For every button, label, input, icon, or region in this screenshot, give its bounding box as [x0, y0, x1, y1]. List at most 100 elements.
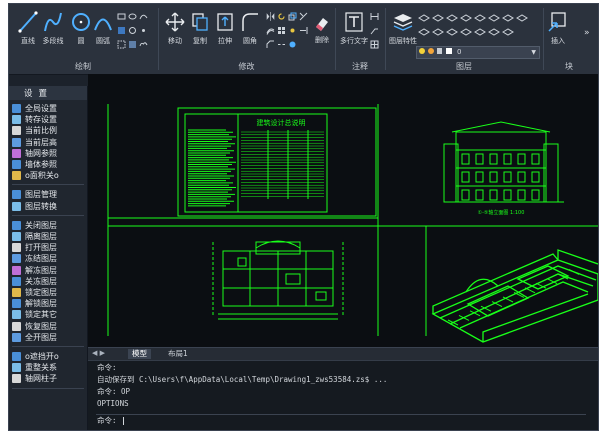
- panel-strip: [9, 75, 88, 86]
- palette-divider: [12, 387, 84, 389]
- palette-item[interactable]: o遮挡开o: [12, 351, 86, 362]
- rectangle-tool-icon[interactable]: [117, 12, 126, 21]
- arc-button[interactable]: 圆弧: [92, 9, 114, 46]
- scale-icon: [12, 126, 21, 136]
- palette-item[interactable]: 当前层高: [12, 137, 86, 148]
- move-icon: [165, 12, 185, 32]
- scale-tool-icon[interactable]: [288, 12, 297, 21]
- move-button[interactable]: 移动: [165, 9, 185, 46]
- palette-item[interactable]: 解冻图层: [12, 265, 86, 276]
- palette-item[interactable]: o面积关o: [12, 170, 86, 181]
- ellipse-tool-icon[interactable]: [128, 12, 137, 21]
- insert-block-button[interactable]: 插入: [547, 9, 569, 46]
- current-layer-dropdown[interactable]: 0 ▼: [416, 46, 540, 59]
- dimension-tool-icon[interactable]: [370, 12, 379, 21]
- layer-tools-icon[interactable]: [417, 12, 543, 42]
- window-mark: [475, 153, 484, 165]
- palette-item[interactable]: 锁定其它: [12, 309, 86, 320]
- layout-tabs: ◀ ▶ 模型 布局1: [88, 347, 598, 360]
- lightbulb-icon: [419, 48, 425, 54]
- line-label: 直线: [21, 37, 35, 45]
- palette-item[interactable]: 图层管理: [12, 189, 86, 200]
- line-button[interactable]: 直线: [17, 9, 39, 46]
- erase-button[interactable]: 删除: [313, 14, 331, 45]
- palette-item[interactable]: 轴网柱子: [12, 373, 86, 384]
- palette-item[interactable]: 全局设置: [12, 103, 86, 114]
- fillet-button[interactable]: 圆角: [240, 9, 260, 46]
- window-mark: [461, 171, 470, 183]
- trim-tool-icon[interactable]: [299, 12, 308, 21]
- palette-item[interactable]: 墙体参照: [12, 159, 86, 170]
- revcloud-tool-icon[interactable]: [139, 40, 148, 49]
- boundary-tool-icon[interactable]: [117, 40, 126, 49]
- palette-item-label: 打开图层: [25, 243, 57, 253]
- cad-drawing: 建筑设计总说明 ①-⑤轴立面图 1:100: [107, 104, 598, 343]
- layer-restore-icon: [12, 321, 21, 331]
- circle-button[interactable]: 圆: [70, 9, 92, 46]
- table-tool-icon[interactable]: [370, 40, 379, 49]
- isometric-model: [431, 249, 598, 343]
- drawing-canvas[interactable]: 建筑设计总说明 ①-⑤轴立面图 1:100: [88, 74, 598, 347]
- window-mark: [503, 153, 512, 165]
- text-icon: [345, 12, 363, 32]
- iso-wall: [469, 310, 481, 317]
- explode-tool-icon[interactable]: [288, 26, 297, 35]
- palette-item[interactable]: 解锁图层: [12, 298, 86, 309]
- palette-item[interactable]: 恢复图层: [12, 321, 86, 332]
- layer-offfreeze-icon: [12, 276, 21, 286]
- palette-item[interactable]: 轴网参照: [12, 148, 86, 159]
- command-input[interactable]: 命令:: [96, 414, 586, 426]
- break-tool-icon[interactable]: [277, 40, 286, 49]
- copy-button[interactable]: 复制: [190, 9, 210, 46]
- rotate-tool-icon[interactable]: [277, 12, 286, 21]
- circle-label: 圆: [77, 37, 85, 45]
- text-cursor: [123, 417, 124, 425]
- tab-model[interactable]: 模型: [128, 349, 151, 359]
- hatch-tool-icon[interactable]: [117, 26, 126, 35]
- palette-item-label: 冻结图层: [25, 254, 57, 264]
- palette-item[interactable]: 当前比例: [12, 125, 86, 136]
- palette-item-label: 解冻图层: [25, 265, 57, 275]
- palette-item[interactable]: 关闭图层: [12, 220, 86, 231]
- window-mark: [489, 189, 498, 201]
- palette-item-label: 转存设置: [25, 115, 57, 125]
- palette-item[interactable]: 隔离图层: [12, 231, 86, 242]
- gradient-tool-icon[interactable]: [128, 40, 137, 49]
- polyline-button[interactable]: 多段线: [42, 9, 64, 46]
- leader-tool-icon[interactable]: [370, 26, 379, 35]
- eraser-icon: [316, 18, 328, 31]
- tab-nav-icon[interactable]: ◀ ▶: [92, 349, 105, 357]
- array-tool-icon[interactable]: [277, 26, 286, 35]
- join-tool-icon[interactable]: [288, 40, 297, 49]
- mirror-tool-icon[interactable]: [266, 12, 275, 21]
- palette-item[interactable]: 图层转换: [12, 201, 86, 212]
- palette-item[interactable]: 打开图层: [12, 242, 86, 253]
- chamfer-tool-icon[interactable]: [266, 40, 275, 49]
- tab-layout1[interactable]: 布局1: [164, 349, 192, 359]
- layer-isolate-icon: [12, 232, 21, 241]
- layer-lock-icon: [12, 288, 21, 297]
- stretch-button[interactable]: 拉伸: [215, 9, 235, 46]
- palette-item[interactable]: 转存设置: [12, 114, 86, 125]
- extend-tool-icon[interactable]: [299, 26, 308, 35]
- stretch-label: 拉伸: [218, 37, 232, 45]
- ribbon-more-icon[interactable]: »: [584, 28, 590, 38]
- spline-tool-icon[interactable]: [139, 12, 148, 21]
- offset-tool-icon[interactable]: [266, 26, 275, 35]
- layer-properties-button[interactable]: 图层特性: [389, 9, 417, 46]
- region-tool-icon[interactable]: [128, 26, 137, 35]
- layer-convert-icon: [12, 201, 21, 211]
- mtext-button[interactable]: 多行文字: [340, 9, 368, 46]
- palette-item[interactable]: 冻结图层: [12, 253, 86, 264]
- point-tool-icon[interactable]: [139, 26, 148, 35]
- palette-item[interactable]: 关冻图层: [12, 276, 86, 287]
- palette-item[interactable]: 重整关系: [12, 362, 86, 373]
- iso-wall: [524, 287, 536, 294]
- command-window: 命令: 自动保存到 C:\Users\f\AppData\Local\Temp\…: [88, 360, 598, 430]
- command-history-line: 命令: OP: [97, 387, 131, 396]
- palette-item[interactable]: 锁定图层: [12, 287, 86, 298]
- palette-item[interactable]: 全开图层: [12, 332, 86, 343]
- floor-plan: [212, 240, 344, 320]
- elevation-caption: ①-⑤轴立面图 1:100: [478, 209, 525, 216]
- layer-freeze-icon: [12, 254, 21, 264]
